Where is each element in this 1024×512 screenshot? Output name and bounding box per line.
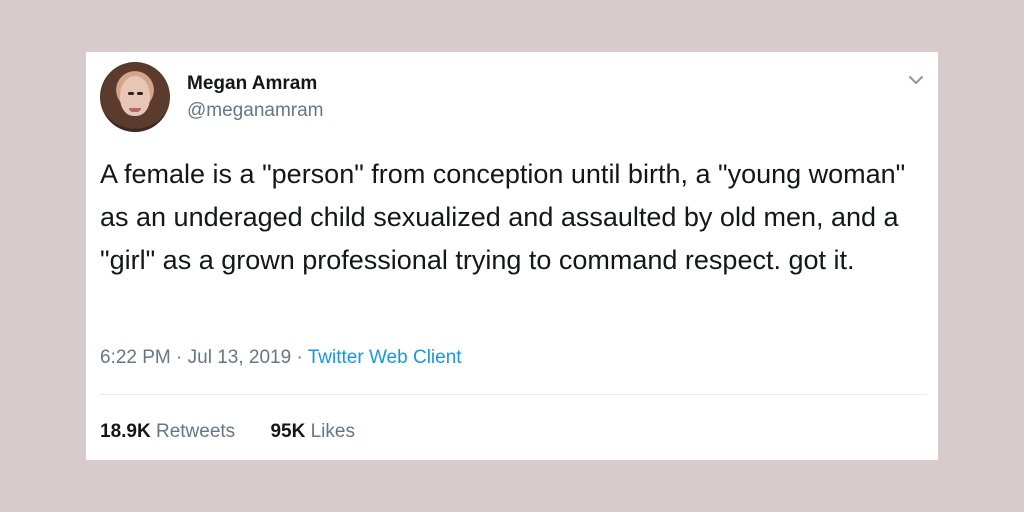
likes-label: Likes — [310, 421, 355, 442]
tweet-card: Megan Amram @meganamram A female is a "p… — [86, 52, 938, 460]
chevron-down-icon[interactable] — [906, 70, 926, 90]
author-handle[interactable]: @meganamram — [187, 100, 324, 122]
avatar-eye-right — [137, 92, 143, 95]
tweet-client-link[interactable]: Twitter Web Client — [308, 347, 462, 368]
author-name[interactable]: Megan Amram — [187, 73, 317, 95]
likes-stat[interactable]: 95K Likes — [270, 420, 355, 444]
retweets-count: 18.9K — [100, 421, 151, 442]
stats-divider — [100, 394, 926, 395]
tweet-time[interactable]: 6:22 PM — [100, 347, 171, 368]
avatar[interactable] — [100, 62, 170, 132]
meta-separator: · — [296, 347, 303, 368]
retweets-stat[interactable]: 18.9K Retweets — [100, 420, 235, 444]
likes-count: 95K — [270, 421, 306, 442]
tweet-date[interactable]: Jul 13, 2019 — [188, 347, 292, 368]
meta-separator: · — [176, 347, 183, 368]
retweets-label: Retweets — [155, 421, 236, 442]
tweet-text: A female is a "person" from conception u… — [100, 159, 906, 275]
avatar-eye-left — [128, 92, 134, 95]
tweet-metadata: 6:22 PM · Jul 13, 2019 · Twitter Web Cli… — [100, 346, 462, 370]
tweet-stats: 18.9K Retweets 95K Likes — [100, 420, 385, 444]
